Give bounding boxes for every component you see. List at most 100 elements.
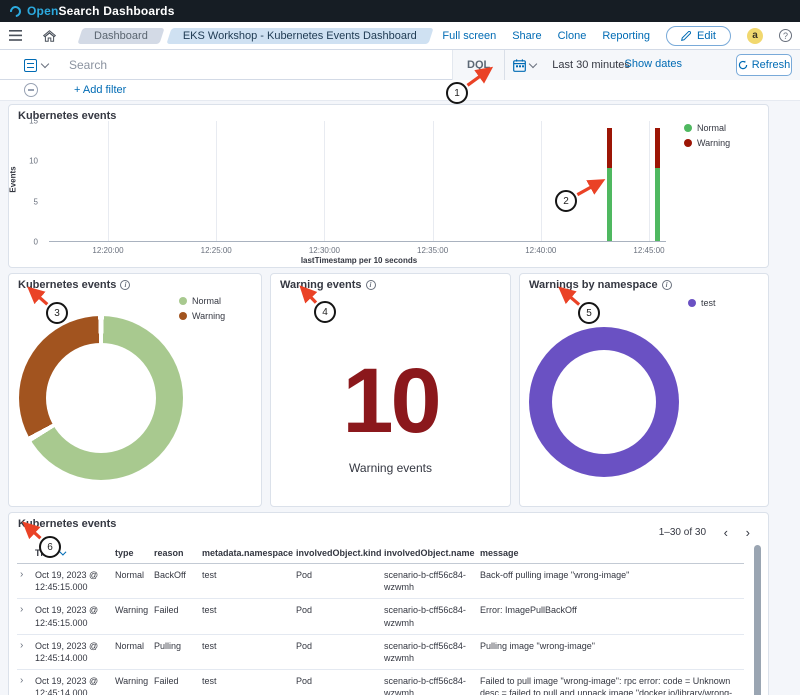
donut-chart[interactable] xyxy=(19,316,183,480)
reporting-link[interactable]: Reporting xyxy=(602,30,650,42)
table-cell: Pod xyxy=(296,670,384,692)
panel-title[interactable]: Kubernetes events xyxy=(18,518,116,530)
expand-row-icon[interactable]: › xyxy=(17,635,35,653)
table-row: ›Oct 19, 2023 @ 12:45:15.000WarningFaile… xyxy=(17,599,744,634)
calendar-icon xyxy=(513,59,526,72)
gridline xyxy=(541,121,542,241)
query-menu-chevron-down-icon[interactable] xyxy=(41,59,49,67)
gridline xyxy=(324,121,325,241)
breadcrumb-current-dashboard[interactable]: EKS Workshop - Kubernetes Events Dashboa… xyxy=(169,28,431,44)
legend-item[interactable]: Warning xyxy=(684,138,730,148)
namespace-legend: test xyxy=(688,298,716,308)
legend-dot xyxy=(684,124,692,132)
help-icon[interactable]: ? xyxy=(779,29,792,42)
x-axis-title: lastTimestamp per 10 seconds xyxy=(229,256,489,265)
home-icon[interactable] xyxy=(36,23,62,49)
pencil-icon xyxy=(681,31,691,41)
refresh-button[interactable]: Refresh xyxy=(736,54,792,76)
time-range-value[interactable]: Last 30 minutes xyxy=(552,59,630,71)
table-cell: test xyxy=(202,564,296,586)
dashboard-grid: Kubernetes events Events 051015 12:20:00… xyxy=(0,101,800,695)
panel-title[interactable]: Warning eventsi xyxy=(280,279,376,291)
refresh-icon xyxy=(738,60,748,70)
table-cell: scenario-b-cff56c84-wzwmh xyxy=(384,564,480,598)
nav-bar: Dashboard EKS Workshop - Kubernetes Even… xyxy=(0,22,800,50)
x-axis-tick: 12:45:00 xyxy=(633,246,664,255)
filter-set-icon[interactable] xyxy=(24,83,38,97)
full-screen-link[interactable]: Full screen xyxy=(442,30,496,42)
table-scrollbar[interactable] xyxy=(754,545,761,695)
pagination-prev-icon[interactable]: ‹ xyxy=(724,525,728,540)
info-icon[interactable]: i xyxy=(366,280,376,290)
expand-row-icon[interactable]: › xyxy=(17,599,35,617)
legend-dot xyxy=(179,297,187,305)
column-header-metadata-namespace[interactable]: metadata.namespace xyxy=(202,543,296,563)
column-header-involvedObject-kind[interactable]: involvedObject.kind xyxy=(296,543,384,563)
x-axis-tick: 12:25:00 xyxy=(201,246,232,255)
edit-button[interactable]: Edit xyxy=(666,26,731,46)
table-cell: Oct 19, 2023 @ 12:45:15.000 xyxy=(35,599,115,633)
x-axis-tick: 12:30:00 xyxy=(309,246,340,255)
expand-row-icon[interactable]: › xyxy=(17,564,35,582)
user-avatar[interactable]: a xyxy=(747,28,763,44)
stacked-bar[interactable] xyxy=(607,128,612,241)
legend-item[interactable]: Warning xyxy=(179,311,225,321)
x-axis-tick: 12:20:00 xyxy=(92,246,123,255)
saved-query-icon[interactable] xyxy=(24,59,37,72)
table-cell: scenario-b-cff56c84-wzwmh xyxy=(384,670,480,695)
table-cell: test xyxy=(202,670,296,692)
pagination-next-icon[interactable]: › xyxy=(746,525,750,540)
info-icon[interactable]: i xyxy=(120,280,130,290)
gridline xyxy=(216,121,217,241)
breadcrumb: Dashboard EKS Workshop - Kubernetes Even… xyxy=(80,28,431,44)
panel-warnings-by-namespace: Warnings by namespacei test xyxy=(519,273,769,507)
menu-hamburger-icon[interactable] xyxy=(2,23,28,49)
expand-row-icon[interactable]: › xyxy=(17,670,35,688)
donut-chart[interactable] xyxy=(529,327,679,477)
legend-dot xyxy=(179,312,187,320)
panel-title[interactable]: Kubernetes eventsi xyxy=(18,279,130,291)
table-cell: Failed xyxy=(154,599,202,621)
table-cell: Normal xyxy=(115,564,154,586)
table-cell: Failed xyxy=(154,670,202,692)
query-language-button[interactable]: DQL xyxy=(453,59,504,71)
legend-dot xyxy=(688,299,696,307)
column-header-involvedObject-name[interactable]: involvedObject.name xyxy=(384,543,480,563)
column-header-type[interactable]: type xyxy=(115,543,154,563)
search-input[interactable]: Search xyxy=(69,58,107,72)
column-header-Time[interactable]: Time xyxy=(35,543,115,563)
date-picker-button[interactable] xyxy=(504,50,544,80)
table-cell: scenario-b-cff56c84-wzwmh xyxy=(384,635,480,669)
add-filter-button[interactable]: + Add filter xyxy=(74,84,126,96)
y-axis-tick: 10 xyxy=(20,157,38,166)
show-dates-link[interactable]: Show dates xyxy=(625,58,682,70)
table-cell: Warning xyxy=(115,599,154,621)
table-row: ›Oct 19, 2023 @ 12:45:14.000WarningFaile… xyxy=(17,670,744,695)
y-axis-tick: 5 xyxy=(20,197,38,206)
legend-dot xyxy=(684,139,692,147)
histogram-legend: Normal Warning xyxy=(684,123,730,148)
column-header-reason[interactable]: reason xyxy=(154,543,202,563)
query-bar: Search DQL Last 30 minutes Show dates Re… xyxy=(0,50,800,80)
share-link[interactable]: Share xyxy=(512,30,541,42)
clone-link[interactable]: Clone xyxy=(558,30,587,42)
column-header-message[interactable]: message xyxy=(480,543,744,563)
y-axis-tick: 15 xyxy=(20,117,38,126)
events-table: Timetypereasonmetadata.namespaceinvolved… xyxy=(17,543,744,695)
x-axis-tick: 12:35:00 xyxy=(417,246,448,255)
table-cell: Failed to pull image "wrong-image": rpc … xyxy=(480,670,744,695)
legend-item[interactable]: Normal xyxy=(684,123,730,133)
panel-title[interactable]: Warnings by namespacei xyxy=(529,279,672,291)
table-cell: Pulling image "wrong-image" xyxy=(480,635,744,657)
stacked-bar[interactable] xyxy=(655,128,660,241)
histogram-plot-area xyxy=(49,121,666,242)
table-cell: Pulling xyxy=(154,635,202,657)
info-icon[interactable]: i xyxy=(662,280,672,290)
table-cell: test xyxy=(202,599,296,621)
legend-item[interactable]: test xyxy=(688,298,716,308)
app-header: OpenSearch Dashboards xyxy=(0,0,800,22)
table-cell: Warning xyxy=(115,670,154,692)
breadcrumb-dashboard[interactable]: Dashboard xyxy=(80,28,162,44)
legend-item[interactable]: Normal xyxy=(179,296,225,306)
table-row: ›Oct 19, 2023 @ 12:45:15.000NormalBackOf… xyxy=(17,564,744,599)
